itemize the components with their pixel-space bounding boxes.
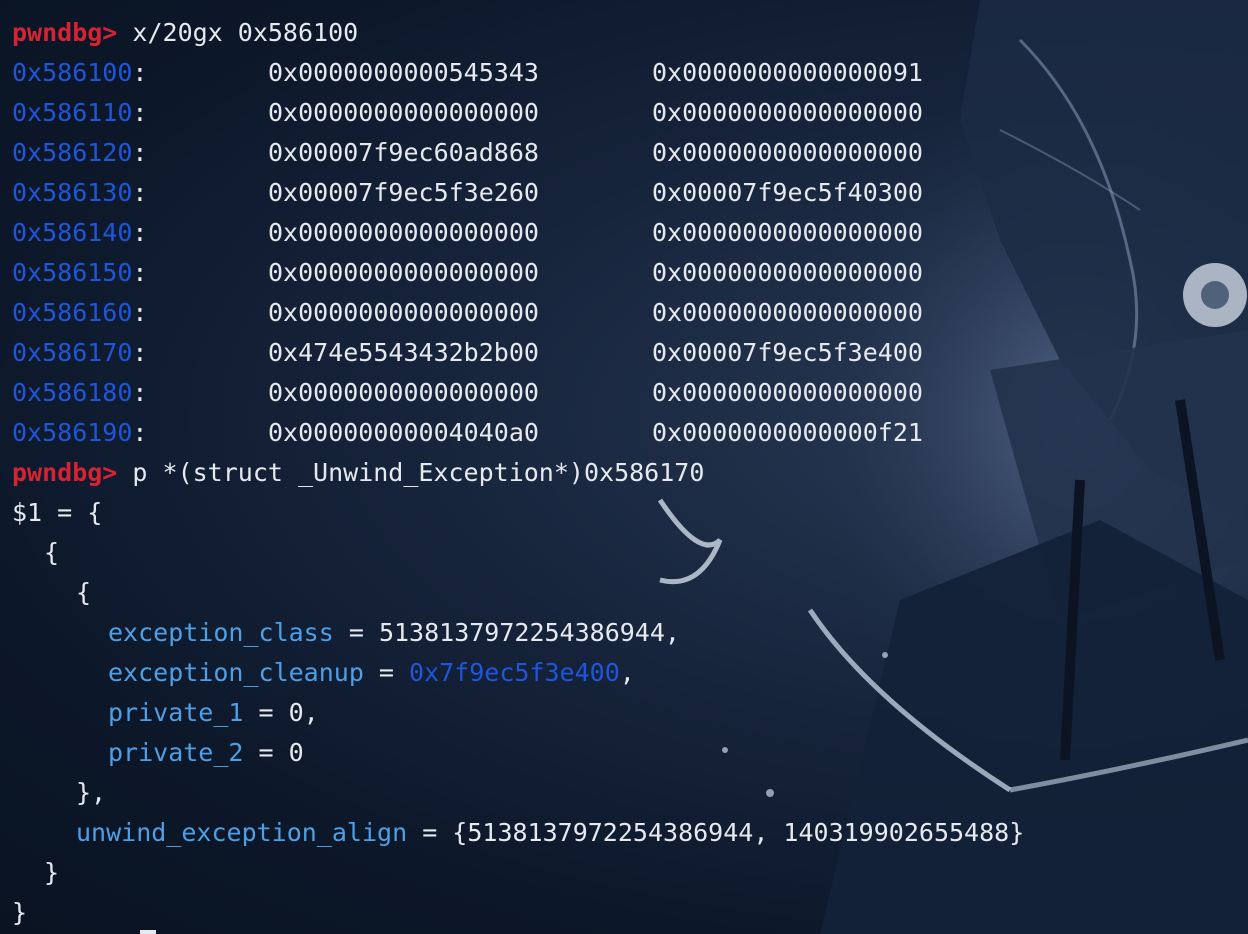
memory-row: 0x586170: 0x474e5543432b2b00 0x00007f9ec5f… [12, 333, 1024, 373]
memory-value: 0x00007f9ec5f3e400 [652, 338, 923, 367]
terminal-output: pwndbg> x/20gx 0x586100 0x586100: 0x00000… [12, 13, 1024, 933]
field-exception-class: exception_class = 5138137972254386944, [108, 618, 680, 647]
memory-address: 0x586150 [12, 258, 133, 287]
close-brace: } [44, 858, 60, 887]
memory-value: 0x00007f9ec5f3e260 [268, 178, 539, 207]
memory-value: 0x0000000000545343 [268, 58, 539, 87]
prompt: pwndbg> [12, 18, 118, 47]
field-value: 0x7f9ec5f3e400 [409, 658, 620, 687]
memory-value: 0x0000000000000000 [652, 218, 923, 247]
memory-row: 0x586130: 0x00007f9ec5f3e260 0x00007f9ec5f… [12, 173, 1024, 213]
field-name: unwind_exception_align [76, 818, 408, 847]
memory-row: 0x586190: 0x00000000004040a0 0x00000000000… [12, 413, 1024, 453]
memory-value: 0x474e5543432b2b00 [268, 338, 539, 367]
memory-value: 0x0000000000000000 [652, 98, 923, 127]
memory-value: 0x0000000000000000 [268, 258, 539, 287]
inner-close-brace: }, [76, 778, 107, 807]
memory-value: 0x00000000004040a0 [268, 418, 539, 447]
memory-address: 0x586120 [12, 138, 133, 167]
memory-value: 0x00007f9ec60ad868 [268, 138, 539, 167]
memory-row: 0x586180: 0x0000000000000000 0x00000000000… [12, 373, 1024, 413]
inner-open-brace: { [76, 578, 92, 607]
memory-address: 0x586190 [12, 418, 133, 447]
command-line-2: pwndbg> p *(struct _Unwind_Exception*)0x… [12, 453, 1024, 493]
field-unwind-exception-align: unwind_exception_align = {51381379722543… [76, 818, 1025, 847]
open-brace: { [44, 538, 60, 567]
memory-value: 0x0000000000000000 [268, 98, 539, 127]
memory-address: 0x586170 [12, 338, 133, 367]
memory-value: 0x0000000000000000 [268, 218, 539, 247]
memory-value: 0x0000000000000000 [652, 258, 923, 287]
text-cursor [140, 930, 156, 934]
memory-address: 0x586180 [12, 378, 133, 407]
memory-value: 0x0000000000000f21 [652, 418, 923, 447]
field-private-2: private_2 = 0 [108, 738, 304, 767]
memory-value: 0x00007f9ec5f40300 [652, 178, 923, 207]
memory-value: 0x0000000000000000 [652, 298, 923, 327]
memory-value: 0x0000000000000000 [652, 138, 923, 167]
prompt: pwndbg> [12, 458, 118, 487]
command-line-1: pwndbg> x/20gx 0x586100 [12, 13, 1024, 53]
memory-row: 0x586140: 0x0000000000000000 0x00000000000… [12, 213, 1024, 253]
field-exception-cleanup: exception_cleanup = 0x7f9ec5f3e400, [108, 658, 635, 687]
memory-row: 0x586160: 0x0000000000000000 0x00000000000… [12, 293, 1024, 333]
memory-address: 0x586140 [12, 218, 133, 247]
memory-row: 0x586120: 0x00007f9ec60ad868 0x00000000000… [12, 133, 1024, 173]
terminal-window[interactable]: pwndbg> x/20gx 0x586100 0x586100: 0x00000… [0, 0, 1248, 934]
field-value: 0 [288, 738, 304, 767]
memory-value: 0x0000000000000000 [268, 298, 539, 327]
field-name: exception_class [108, 618, 334, 647]
memory-address: 0x586100 [12, 58, 133, 87]
memory-value: 0x0000000000000000 [268, 378, 539, 407]
memory-address: 0x586160 [12, 298, 133, 327]
memory-row: 0x586150: 0x0000000000000000 0x00000000000… [12, 253, 1024, 293]
memory-address: 0x586110 [12, 98, 133, 127]
memory-row: 0x586100: 0x0000000000545343 0x00000000000… [12, 53, 1024, 93]
result-head: $1 = { [12, 498, 103, 527]
field-private-1: private_1 = 0, [108, 698, 319, 727]
field-name: exception_cleanup [108, 658, 364, 687]
field-value: {5138137972254386944, 140319902655488} [452, 818, 1025, 847]
outer-close-brace: } [12, 898, 28, 927]
field-name: private_1 [108, 698, 244, 727]
field-name: private_2 [108, 738, 244, 767]
field-value: 5138137972254386944, [378, 618, 680, 647]
command-text: p *(struct _Unwind_Exception*)0x586170 [132, 458, 705, 487]
memory-address: 0x586130 [12, 178, 133, 207]
memory-value: 0x0000000000000000 [652, 378, 923, 407]
memory-value: 0x0000000000000091 [652, 58, 923, 87]
field-value: 0, [288, 698, 319, 727]
memory-row: 0x586110: 0x0000000000000000 0x00000000000… [12, 93, 1024, 133]
command-text: x/20gx 0x586100 [132, 18, 359, 47]
